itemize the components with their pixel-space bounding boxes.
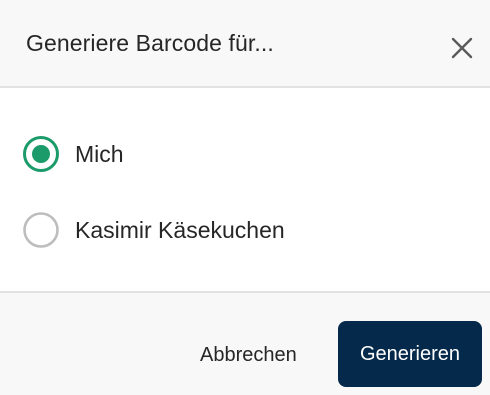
option-label: Mich <box>75 140 124 167</box>
close-button[interactable] <box>446 32 478 64</box>
dialog-title: Generiere Barcode für... <box>26 30 274 56</box>
dialog-body: Mich Kasimir Käsekuchen <box>0 88 490 292</box>
option-label: Kasimir Käsekuchen <box>75 216 285 243</box>
option-mich[interactable]: Mich <box>22 134 124 174</box>
barcode-dialog: Generiere Barcode für... Mich Kasimir Kä… <box>0 0 490 395</box>
generate-button[interactable]: Generieren <box>338 321 482 387</box>
radio-unselected-icon[interactable] <box>22 211 60 249</box>
close-icon <box>451 37 473 59</box>
dialog-footer: Abbrechen Generieren <box>0 291 490 395</box>
option-kasimir[interactable]: Kasimir Käsekuchen <box>22 210 285 250</box>
cancel-button[interactable]: Abbrechen <box>192 325 305 385</box>
dialog-header: Generiere Barcode für... <box>0 0 490 88</box>
radio-selected-icon[interactable] <box>22 135 60 173</box>
